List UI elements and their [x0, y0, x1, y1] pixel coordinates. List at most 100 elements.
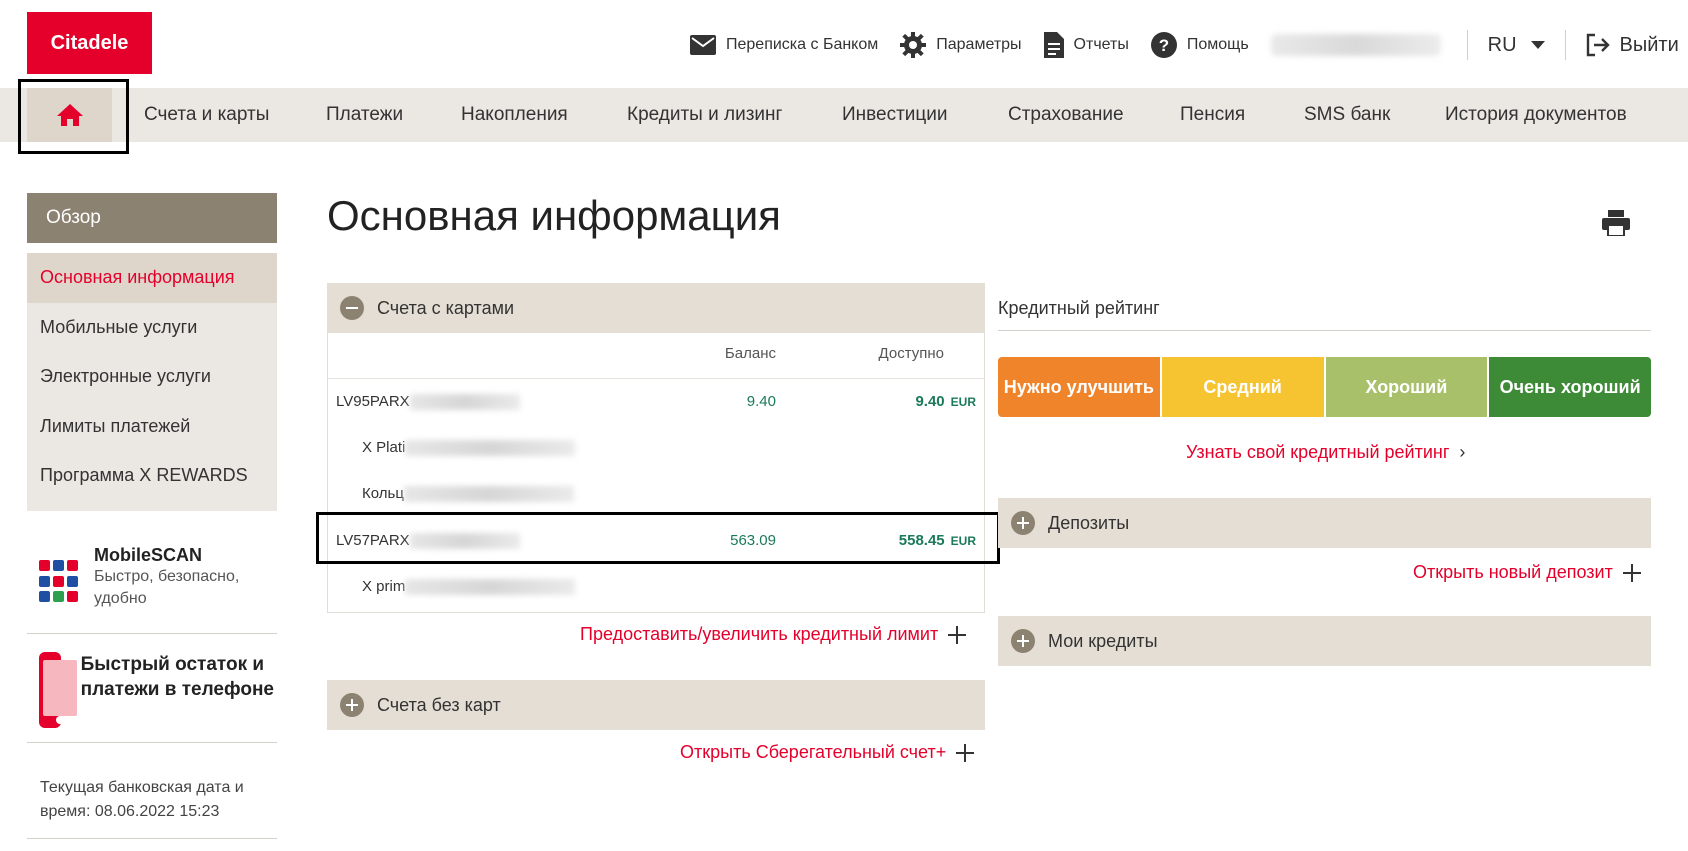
nav-item-sms-bank[interactable]: SMS банк [1304, 88, 1390, 142]
svg-text:?: ? [1159, 36, 1169, 55]
card-name: X prim [362, 578, 406, 595]
account-balance: 9.40 [746, 393, 776, 410]
open-savings-label: Открыть Сберегательный счет+ [680, 742, 947, 762]
credit-rating-link[interactable]: Узнать свой кредитный рейтинг › [1186, 442, 1465, 463]
document-icon [1043, 32, 1064, 58]
account-number-blurred [409, 394, 520, 411]
sidebar-item-x-rewards[interactable]: Программа X REWARDS [27, 451, 277, 501]
messages-link[interactable]: Переписка с Банком [690, 35, 878, 55]
deposits-title: Депозиты [1048, 512, 1130, 533]
card-name: Кольц [362, 485, 404, 502]
messages-label: Переписка с Банком [726, 36, 879, 53]
card-number-blurred [405, 440, 576, 457]
table-row[interactable]: LV95PARX 9.40 9.40 EUR [328, 379, 984, 425]
nav-item-payments[interactable]: Платежи [326, 88, 403, 142]
user-name-blurred [1270, 34, 1441, 56]
card-row[interactable]: X Plati [328, 425, 984, 471]
account-available: 9.40 [915, 393, 945, 410]
credit-rating-level-very-good: Очень хороший [1489, 357, 1651, 417]
help-label: Помощь [1186, 36, 1249, 53]
highlight-frame-home [18, 79, 129, 154]
settings-link[interactable]: Параметры [900, 32, 1022, 58]
logout-label: Выйти [1619, 33, 1679, 56]
accounts-without-cards-title: Счета без карт [377, 694, 501, 715]
card-row[interactable]: Кольц [328, 471, 984, 517]
credit-rating-level-needs-improvement: Нужно улучшить [998, 357, 1160, 417]
sidebar-heading: Обзор [27, 193, 277, 243]
mobilescan-icon [39, 560, 78, 604]
gear-icon [900, 32, 927, 58]
help-link[interactable]: ? Помощь [1150, 32, 1249, 58]
highlight-frame-account-row [316, 512, 1000, 564]
logout-button[interactable]: Выйти [1566, 33, 1679, 57]
nav-item-credits-leasing[interactable]: Кредиты и лизинг [627, 88, 782, 142]
expand-icon [1011, 629, 1035, 653]
reports-link[interactable]: Отчеты [1043, 32, 1129, 58]
nav-item-savings[interactable]: Накопления [461, 88, 568, 142]
expand-icon [1011, 511, 1035, 535]
accounts-without-cards-header[interactable]: Счета без карт [327, 680, 985, 730]
sidebar-divider [27, 742, 277, 743]
account-currency: EUR [950, 395, 976, 409]
credit-rating-level-good: Хороший [1325, 357, 1488, 417]
accounts-with-cards-title: Счета с картами [377, 297, 515, 318]
credit-limit-link[interactable]: Предоставить/увеличить кредитный лимит [580, 624, 967, 645]
help-icon: ? [1150, 32, 1177, 58]
credit-limit-label: Предоставить/увеличить кредитный лимит [580, 624, 939, 644]
credit-rating-title: Кредитный рейтинг [998, 298, 1160, 318]
nav-item-investments[interactable]: Инвестиции [842, 88, 948, 142]
credit-rating-link-label: Узнать свой кредитный рейтинг [1186, 442, 1450, 462]
my-loans-header[interactable]: Мои кредиты [998, 616, 1651, 666]
page-title: Основная информация [327, 192, 781, 239]
reports-label: Отчеты [1073, 36, 1129, 53]
sidebar-divider [27, 838, 277, 839]
mobilescan-title: MobileSCAN [94, 545, 202, 565]
quick-balance-promo[interactable]: Быстрый остаток и платежи в телефоне [27, 652, 277, 732]
language-value: RU [1487, 33, 1517, 56]
settings-label: Параметры [936, 36, 1022, 53]
sidebar-item-mobile-services[interactable]: Мобильные услуги [27, 303, 277, 353]
card-name: X Plati [362, 439, 406, 456]
collapse-icon [340, 296, 364, 320]
card-row[interactable]: X prim [328, 564, 984, 610]
plus-icon [956, 743, 975, 762]
citadele-logo[interactable]: Citadele [27, 12, 152, 74]
sidebar-item-payment-limits[interactable]: Лимиты платежей [27, 402, 277, 452]
credit-rating-level-average: Средний [1161, 357, 1324, 417]
open-savings-link[interactable]: Открыть Сберегательный счет+ [680, 742, 975, 763]
envelope-icon [690, 35, 716, 55]
logout-icon [1586, 33, 1610, 57]
credit-rating-scale: Нужно улучшить Средний Хороший Очень хор… [998, 357, 1651, 417]
nav-item-insurance[interactable]: Страхование [1008, 88, 1124, 142]
sidebar-item-main-info[interactable]: Основная информация [27, 253, 277, 303]
sidebar-menu: Основная информация Мобильные услуги Эле… [27, 253, 277, 511]
sidebar-item-electronic-services[interactable]: Электронные услуги [27, 352, 277, 402]
nav-item-document-history[interactable]: История документов [1445, 88, 1627, 142]
phone-icon [39, 652, 77, 728]
mobilescan-subtitle: Быстро, безопасно, удобно [94, 568, 240, 607]
sidebar-divider [27, 633, 277, 634]
my-loans-title: Мои кредиты [1048, 630, 1158, 651]
bank-date: Текущая банковская дата и время: 08.06.2… [40, 779, 244, 820]
accounts-with-cards-header[interactable]: Счета с картами [327, 283, 985, 333]
nav-item-accounts-cards[interactable]: Счета и карты [144, 88, 269, 142]
open-deposit-link[interactable]: Открыть новый депозит [1413, 562, 1641, 583]
open-deposit-label: Открыть новый депозит [1413, 562, 1613, 582]
header-links: Переписка с Банком Параметры Отчеты ? По… [690, 28, 1679, 62]
column-header-balance: Баланс [724, 345, 776, 362]
quick-balance-title: Быстрый остаток и платежи в телефоне [80, 654, 274, 700]
printer-icon[interactable] [1602, 210, 1630, 241]
nav-item-pension[interactable]: Пенсия [1180, 88, 1245, 142]
language-selector[interactable]: RU [1468, 34, 1565, 57]
account-number: LV95PARX [336, 393, 410, 410]
plus-icon [948, 625, 967, 644]
chevron-right-icon: › [1459, 442, 1466, 462]
mobilescan-promo[interactable]: MobileSCAN Быстро, безопасно, удобно [27, 545, 277, 635]
card-number-blurred [403, 486, 574, 503]
column-header-available: Доступно [878, 345, 944, 362]
card-number-blurred [405, 579, 576, 596]
deposits-header[interactable]: Депозиты [998, 498, 1651, 548]
accounts-with-cards-table: Баланс Доступно LV95PARX 9.40 9.40 EUR X … [327, 333, 985, 613]
main-navigation: Счета и карты Платежи Накопления Кредиты… [0, 88, 1688, 142]
plus-icon [1622, 563, 1641, 582]
